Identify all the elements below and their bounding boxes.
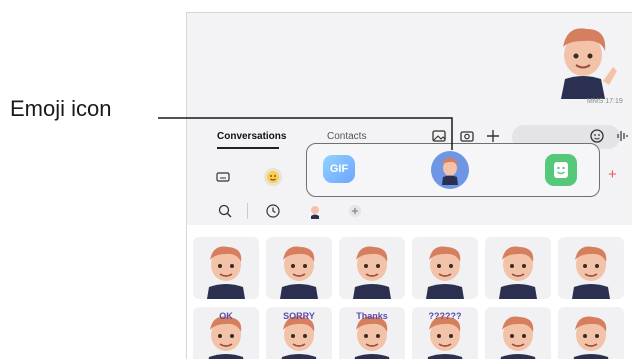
callout-leader-line xyxy=(158,117,453,150)
